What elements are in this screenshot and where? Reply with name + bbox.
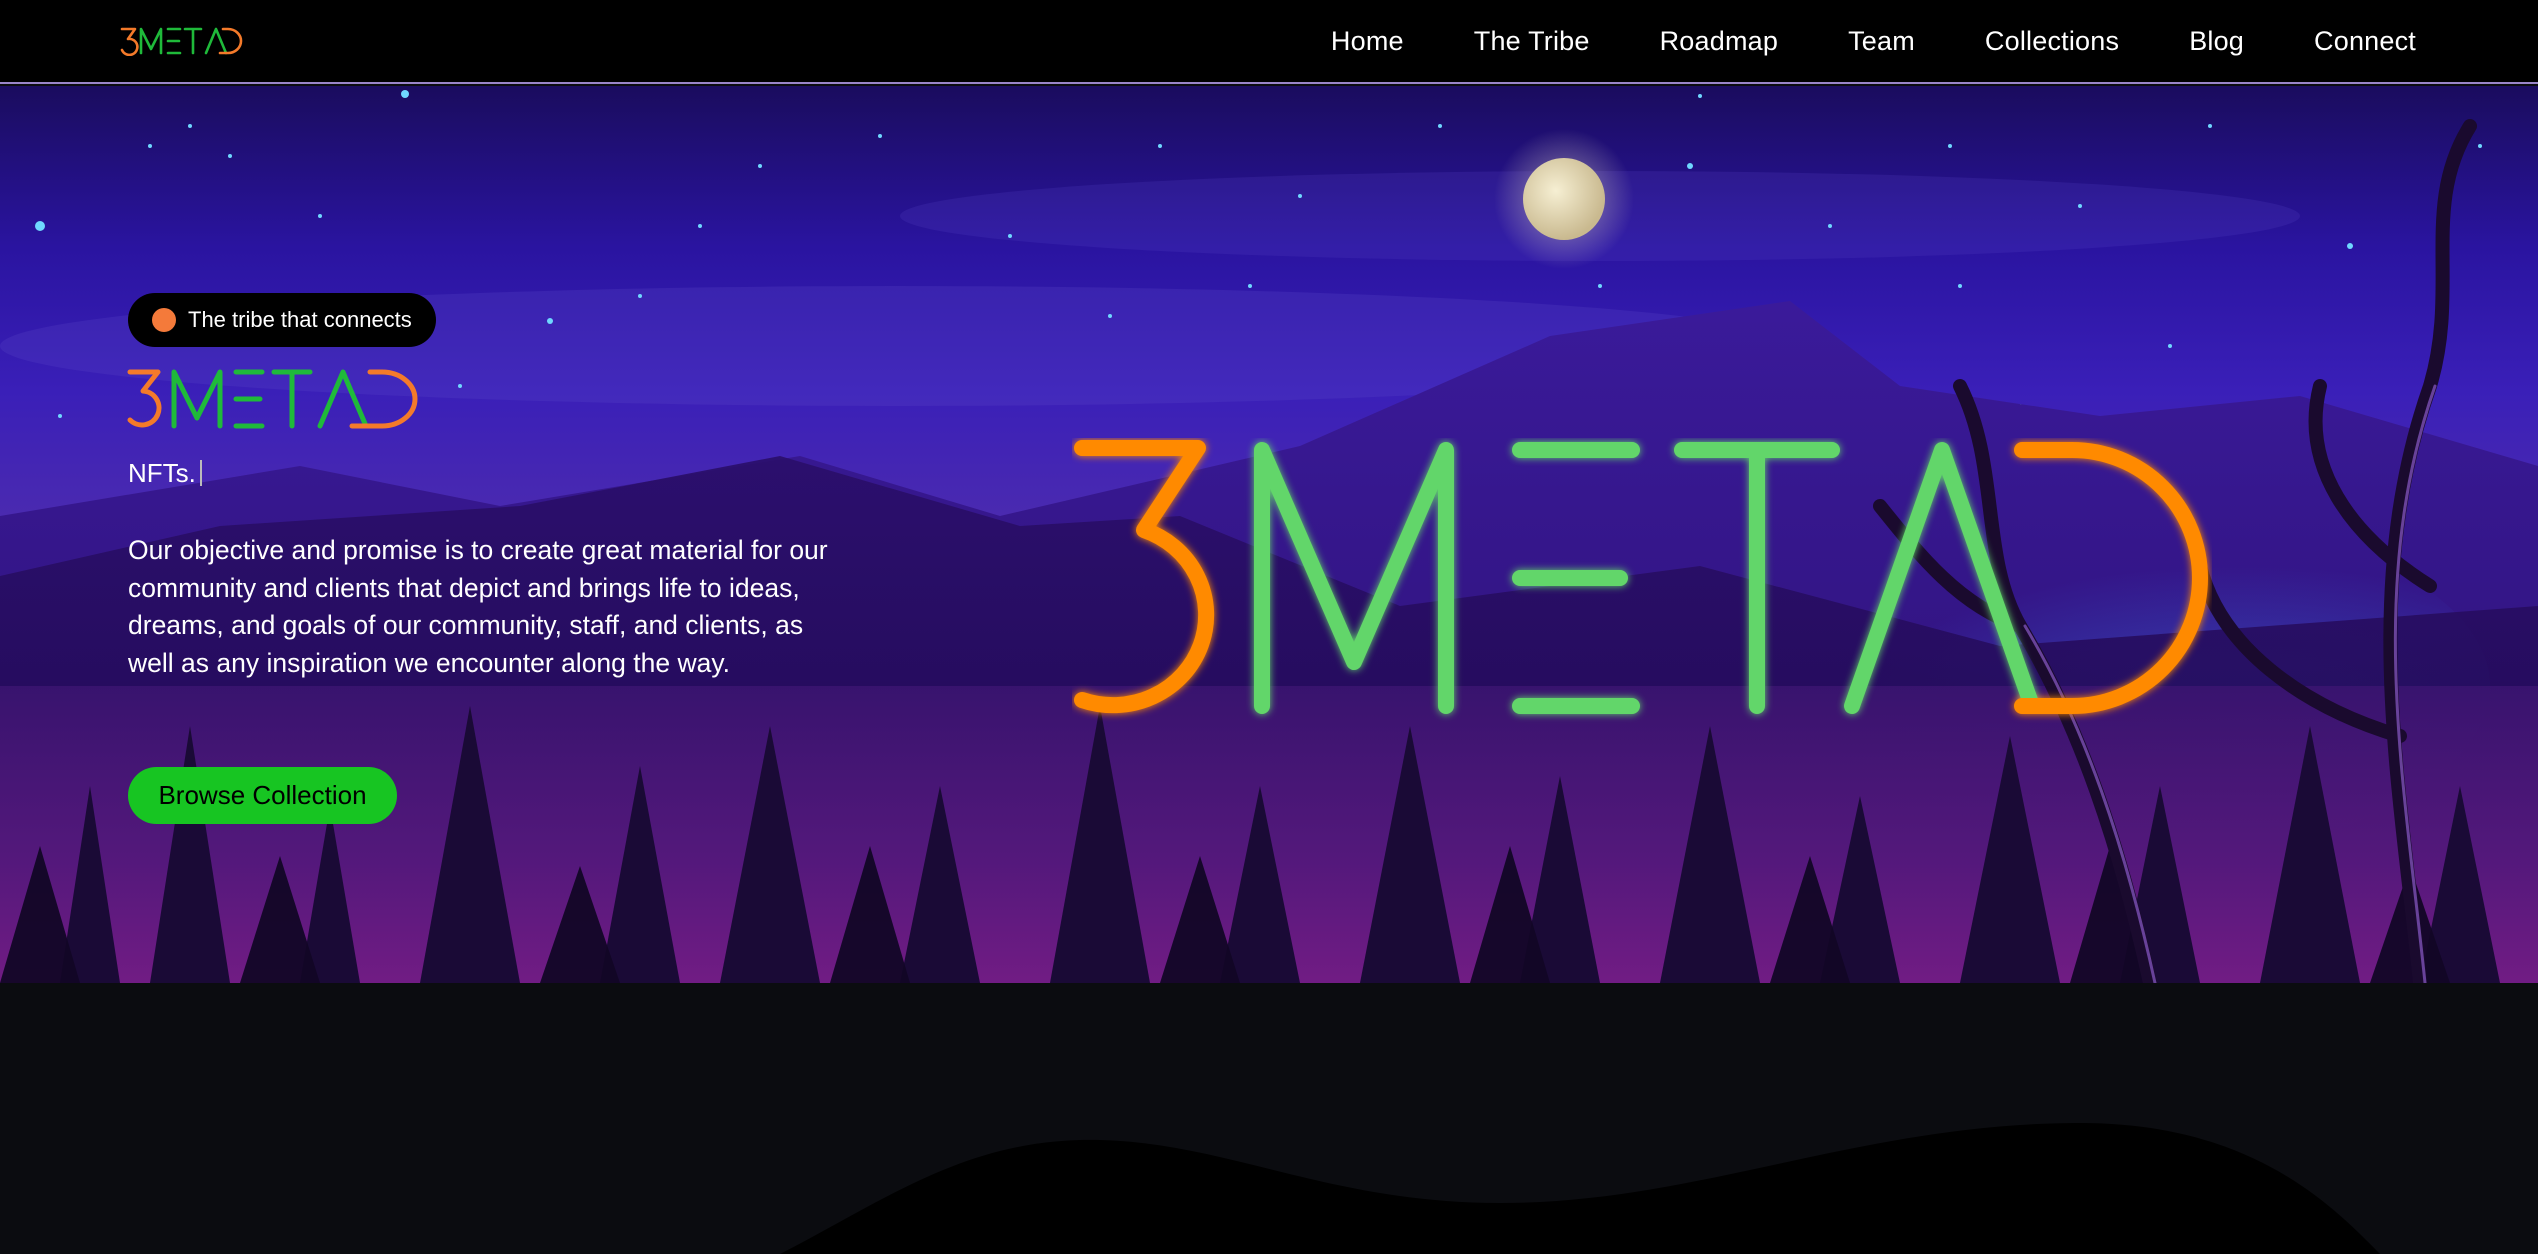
next-section-preview (0, 983, 2538, 1254)
nav-connect-link[interactable]: Connect (2314, 26, 2416, 57)
nav-roadmap-link[interactable]: Roadmap (1660, 26, 1778, 57)
hero-description: Our objective and promise is to create g… (128, 535, 828, 678)
dark-wave-shape (780, 1123, 2380, 1254)
nav-the-tribe-link[interactable]: The Tribe (1474, 26, 1590, 57)
hero-brand-logo (126, 368, 442, 435)
nav-menu: Home The Tribe Roadmap Team Collections … (1331, 26, 2416, 57)
nav-team-link[interactable]: Team (1848, 26, 1915, 57)
moon (1523, 158, 1605, 240)
top-navbar: Home The Tribe Roadmap Team Collections … (0, 0, 2538, 84)
hero-tagline-badge: The tribe that connects (128, 293, 436, 347)
hero-tagline-text: The tribe that connects (188, 307, 412, 332)
orange-dot-icon (152, 308, 176, 332)
nav-collections-link[interactable]: Collections (1985, 26, 2119, 57)
nav-home-link[interactable]: Home (1331, 26, 1404, 57)
brand-logo-small (120, 27, 243, 56)
browse-collection-button[interactable]: Browse Collection (128, 767, 397, 824)
nav-logo[interactable] (120, 21, 244, 61)
hero-large-logo (1072, 438, 2212, 733)
hero-section: The tribe that connects NFTs. Our object… (0, 86, 2538, 983)
typed-text-value: NFTs. (128, 458, 196, 488)
typed-text: NFTs. (128, 458, 202, 489)
text-caret (199, 460, 202, 486)
nav-blog-link[interactable]: Blog (2189, 26, 2244, 57)
